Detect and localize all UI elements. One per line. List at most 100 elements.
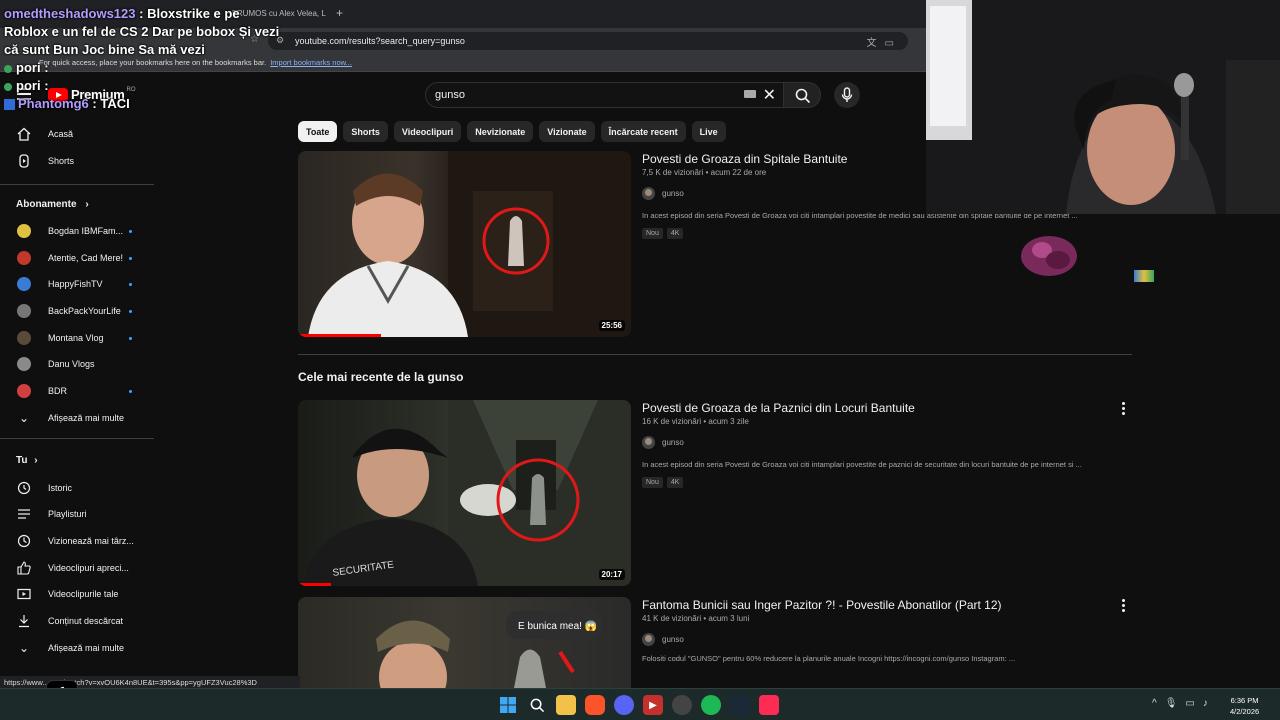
obs-icon[interactable] — [672, 695, 692, 715]
video-info: Povesti de Groaza de la Paznici din Locu… — [642, 400, 1132, 488]
shorts-icon — [19, 154, 29, 168]
channel-link[interactable]: gunso — [642, 436, 1132, 449]
url-text[interactable]: youtube.com/results?search_query=gunso — [295, 36, 465, 46]
sidebar-item-label: BackPackYourLife — [48, 306, 121, 316]
sidebar-item-label: Shorts — [48, 156, 75, 166]
chat-message: Phantomg6 : TACI — [4, 95, 274, 113]
chat-username: omedtheshadows123 — [4, 6, 136, 21]
thumbs-up-icon — [17, 561, 31, 575]
video-title[interactable]: Fantoma Bunicii sau Inger Pazitor ?! - P… — [642, 597, 1132, 613]
microphone-tray-icon[interactable]: 🎙 — [1165, 698, 1178, 709]
show-more-subscriptions[interactable]: ⌄ Afișează mai multe — [0, 405, 154, 431]
webcam-overlay — [926, 0, 1280, 214]
windows-start-icon[interactable] — [498, 695, 518, 715]
you-heading[interactable]: Tu › — [16, 455, 38, 466]
steam-icon[interactable] — [730, 695, 750, 715]
clear-search-icon[interactable]: ✕ — [763, 85, 776, 105]
avatar — [17, 224, 31, 238]
channel-name[interactable]: gunso — [662, 635, 684, 644]
chip-unwatched[interactable]: Nevizionate — [467, 121, 534, 142]
stream-chat-overlay: omedtheshadows123 : Bloxstrike e pe Robl… — [4, 5, 279, 113]
chat-text: : TACI — [92, 96, 130, 111]
file-explorer-icon[interactable] — [556, 695, 576, 715]
avatar — [642, 633, 655, 646]
search-input[interactable]: gunso ✕ — [425, 82, 785, 108]
chip-watched[interactable]: Vizionate — [539, 121, 595, 142]
sidebar-item-home[interactable]: Acasă — [0, 121, 154, 147]
system-tray: ^ 🎙 ▭ ♪ — [1152, 698, 1208, 709]
filter-chips: Toate Shorts Videoclipuri Nevizionate Vi… — [298, 121, 726, 142]
webcam-feed — [926, 0, 1280, 214]
chat-text: că sunt Bun Joc bine Sa mă vezi — [4, 42, 205, 57]
brave-browser-icon[interactable] — [585, 695, 605, 715]
channel-name[interactable]: gunso — [662, 438, 684, 447]
sidebar-item-shorts[interactable]: Shorts — [0, 148, 154, 174]
new-tab-button[interactable]: + — [336, 6, 343, 20]
chevron-down-icon: ⌄ — [18, 411, 30, 425]
sidebar-item-your-videos[interactable]: Videoclipurile tale — [0, 581, 154, 607]
channel-name[interactable]: gunso — [662, 189, 684, 198]
video-duration: 25:56 — [598, 320, 625, 331]
video-thumbnail[interactable]: E bunica mea! 😱 — [298, 597, 631, 688]
chip-all[interactable]: Toate — [298, 121, 338, 142]
import-bookmarks-link[interactable]: Import bookmarks now... — [270, 58, 352, 67]
badge-new: Nou — [642, 228, 663, 239]
home-icon — [17, 127, 31, 141]
video-thumbnail[interactable]: 25:56 — [298, 151, 631, 337]
download-icon — [19, 615, 29, 628]
chip-live[interactable]: Live — [691, 121, 726, 142]
more-options-icon[interactable] — [1122, 599, 1126, 614]
youtube-app-icon[interactable]: ▶ — [643, 695, 663, 715]
spotify-icon[interactable] — [701, 695, 721, 715]
chat-username: Phantomg6 — [18, 96, 89, 111]
taskbar-clock[interactable]: 6:36 PM 4/2/2026 — [1230, 695, 1259, 717]
video-info: Fantoma Bunicii sau Inger Pazitor ?! - P… — [642, 597, 1132, 663]
sidebar-item-downloads[interactable]: Conținut descărcat — [0, 608, 154, 634]
url-field[interactable]: ⚙ youtube.com/results?search_query=gunso… — [268, 32, 908, 50]
sidebar-item-playlists[interactable]: Playlisturi — [0, 501, 154, 527]
volume-icon[interactable]: ♪ — [1203, 698, 1208, 709]
section-title: Cele mai recente de la gunso — [298, 370, 464, 384]
chip-shorts[interactable]: Shorts — [343, 121, 388, 142]
chip-videos[interactable]: Videoclipuri — [393, 121, 462, 142]
sidebar-item-subscription[interactable]: Atentie, Cad Mere! — [0, 245, 154, 271]
search-button[interactable] — [783, 82, 821, 108]
badge-4k: 4K — [666, 477, 684, 488]
video-title[interactable]: Povesti de Groaza de la Paznici din Locu… — [642, 400, 1132, 416]
sidebar-item-subscription[interactable]: Montana Vlog — [0, 325, 154, 351]
chat-message: omedtheshadows123 : Bloxstrike e pe — [4, 5, 274, 23]
chat-badge-icon — [4, 99, 15, 111]
sidebar-item-subscription[interactable]: BDR — [0, 378, 154, 404]
sidebar-item-history[interactable]: Istoric — [0, 475, 154, 501]
video-result[interactable]: E bunica mea! 😱 Fantoma Bunicii sau Inge… — [298, 597, 1138, 688]
sidebar-item-subscription[interactable]: HappyFishTV — [0, 271, 154, 297]
avatar — [642, 436, 655, 449]
search-query[interactable]: gunso — [435, 89, 465, 101]
show-more-you[interactable]: ⌄ Afișează mai multe — [0, 635, 154, 661]
watch-progress-bar — [298, 583, 332, 586]
more-options-icon[interactable] — [1122, 402, 1126, 417]
channel-link[interactable]: gunso — [642, 633, 1132, 646]
microphone-icon — [841, 87, 853, 102]
discord-icon[interactable] — [614, 695, 634, 715]
sidebar-item-watch-later[interactable]: Vizionează mai târz... — [0, 528, 154, 554]
video-thumbnail[interactable]: SECURITATE 20:17 — [298, 400, 631, 586]
sidebar-item-liked-videos[interactable]: Videoclipuri apreci... — [0, 555, 154, 581]
translate-icon[interactable]: 文▭ — [867, 34, 902, 49]
tiktok-app-icon[interactable] — [759, 695, 779, 715]
new-content-dot — [129, 229, 132, 233]
keyboard-icon[interactable] — [744, 90, 756, 98]
screen: FRUMOS cu Alex Velea, L + ☆ ⚙ youtube.co… — [0, 0, 1280, 720]
tray-expand-icon[interactable]: ^ — [1152, 698, 1157, 709]
history-icon — [17, 481, 31, 495]
video-result[interactable]: SECURITATE 20:17 Povesti de Groaza de la… — [298, 400, 1138, 590]
sidebar-item-label: Videoclipurile tale — [48, 589, 119, 599]
subscriptions-heading[interactable]: Abonamente › — [16, 199, 89, 210]
voice-search-button[interactable] — [834, 82, 860, 108]
sidebar-item-subscription[interactable]: BackPackYourLife — [0, 298, 154, 324]
sidebar-item-subscription[interactable]: Bogdan IBMFam... — [0, 218, 154, 244]
network-icon[interactable]: ▭ — [1185, 698, 1194, 709]
sidebar-item-subscription[interactable]: Danu Vlogs — [0, 351, 154, 377]
taskbar-search-icon[interactable] — [527, 695, 547, 715]
chip-recently-uploaded[interactable]: Încărcate recent — [600, 121, 686, 142]
